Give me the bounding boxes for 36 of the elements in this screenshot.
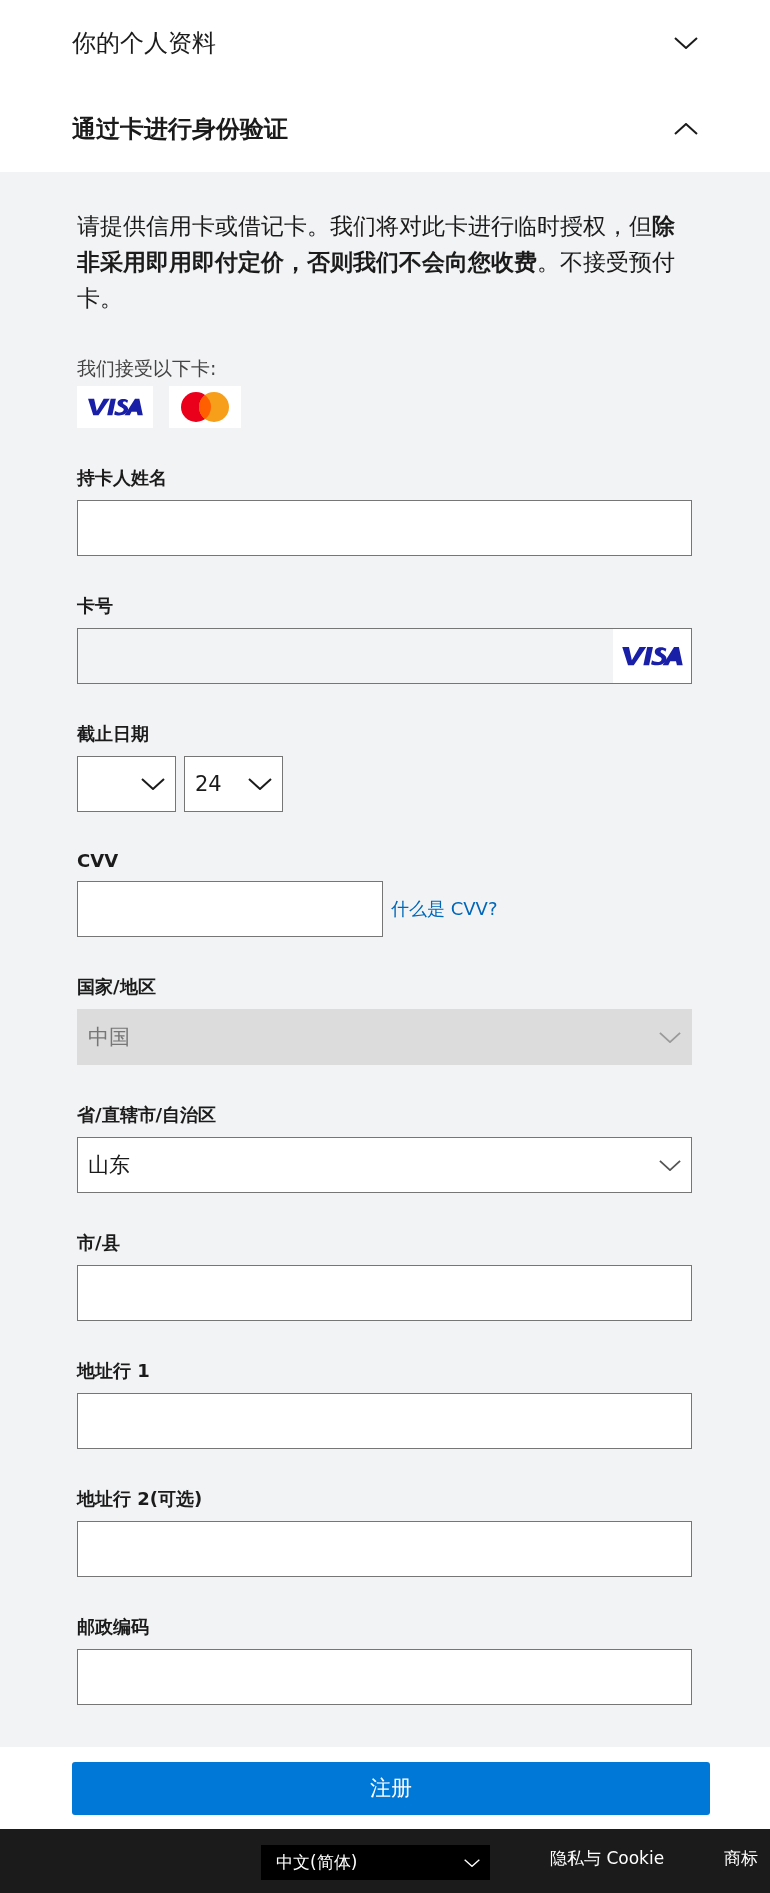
field-label: 截止日期 xyxy=(77,722,150,746)
language-select[interactable]: 中文(简体) xyxy=(261,1845,490,1880)
visa-logo-icon xyxy=(86,397,144,417)
chevron-down-icon xyxy=(248,778,272,790)
input-field[interactable] xyxy=(77,1393,692,1449)
input-field[interactable] xyxy=(77,1265,692,1321)
month-select[interactable] xyxy=(77,756,176,812)
visa-logo-icon xyxy=(620,645,684,667)
field-label: 地址行 2(可选) xyxy=(77,1487,204,1511)
year-select[interactable]: 24 xyxy=(184,756,283,812)
input-field[interactable] xyxy=(77,1521,692,1577)
chevron-down-icon xyxy=(659,1031,681,1043)
field-label: 市/县 xyxy=(77,1231,121,1255)
field-label: 卡号 xyxy=(77,594,114,618)
field-label: CVV xyxy=(77,850,120,871)
chevron-down-icon xyxy=(659,1159,681,1171)
footer-link[interactable]: 隐私与 Cookie xyxy=(550,1847,665,1870)
input-field[interactable] xyxy=(77,881,383,937)
chevron-down-icon xyxy=(464,1858,480,1867)
field-label: 持卡人姓名 xyxy=(77,466,168,490)
chevron-down-icon xyxy=(141,778,165,790)
register-button[interactable]: 注册 xyxy=(72,1761,710,1815)
intro-text: 请提供信用卡或借记卡。我们将对此卡进行临时授权，但除非采用即用即付定价，否则我们不会向您收费。不接受预付卡。 xyxy=(77,212,676,313)
footer-link[interactable]: 商标 xyxy=(724,1847,759,1870)
cvv-help-link[interactable]: 什么是 CVV? xyxy=(391,897,498,921)
field-label: 国家/地区 xyxy=(77,975,157,999)
field-label: 地址行 1 xyxy=(77,1359,151,1383)
chevron-down-icon xyxy=(674,37,698,49)
input-field[interactable] xyxy=(77,500,692,556)
input-field[interactable] xyxy=(77,1649,692,1705)
chevron-up-icon xyxy=(674,123,698,135)
input-field[interactable] xyxy=(77,628,692,684)
field-label: 邮政编码 xyxy=(77,1615,150,1639)
accepted-cards-label: 我们接受以下卡: xyxy=(77,356,218,381)
field-label: 省/直辖市/自治区 xyxy=(77,1103,218,1127)
dropdown-select[interactable]: 山东 xyxy=(77,1137,692,1193)
